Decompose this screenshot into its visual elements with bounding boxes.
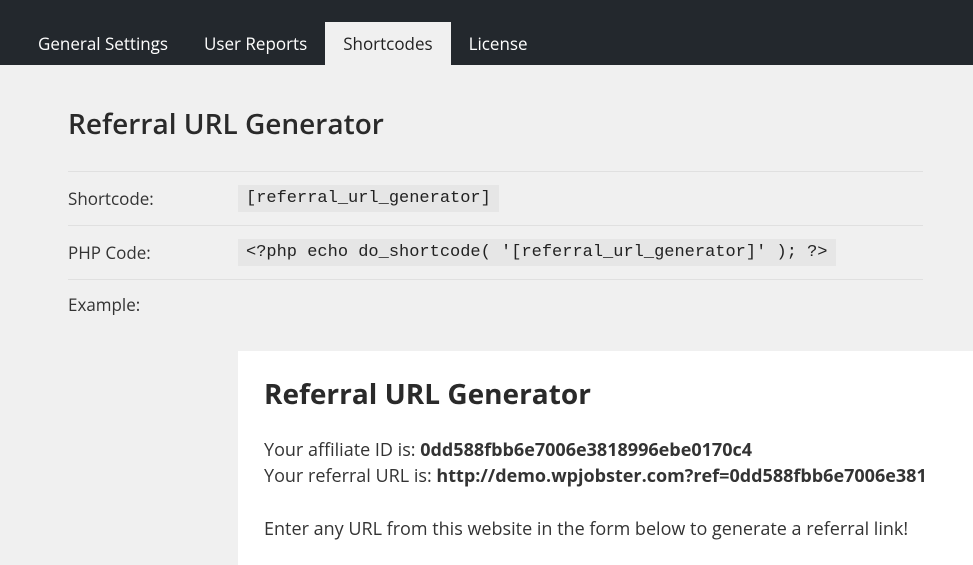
row-php-value: <?php echo do_shortcode( '[referral_url_… [238, 239, 923, 266]
example-panel: Referral URL Generator Your affiliate ID… [238, 351, 973, 565]
referral-url-value: http://demo.wpjobster.com?ref=0dd588fbb6… [436, 464, 926, 488]
referral-url-line: Your referral URL is: http://demo.wpjobs… [264, 463, 973, 489]
window-topbar [0, 0, 973, 20]
tab-bar: General Settings User Reports Shortcodes… [0, 20, 973, 65]
row-php: PHP Code: <?php echo do_shortcode( '[ref… [68, 225, 923, 279]
page-content: Referral URL Generator Shortcode: [refer… [0, 65, 973, 565]
row-php-label: PHP Code: [68, 241, 238, 264]
tab-general-settings[interactable]: General Settings [20, 22, 186, 65]
row-example-label: Example: [68, 293, 238, 316]
page-title: Referral URL Generator [68, 105, 923, 143]
affiliate-id-value: 0dd588fbb6e7006e3818996ebe0170c4 [420, 438, 752, 462]
tab-license[interactable]: License [451, 22, 546, 65]
row-shortcode-value: [referral_url_generator] [238, 185, 923, 212]
affiliate-id-line: Your affiliate ID is: 0dd588fbb6e7006e38… [264, 437, 973, 463]
affiliate-id-prefix: Your affiliate ID is: [264, 438, 420, 462]
example-title: Referral URL Generator [264, 375, 973, 413]
row-shortcode: Shortcode: [referral_url_generator] [68, 171, 923, 225]
tab-user-reports[interactable]: User Reports [186, 22, 325, 65]
shortcode-code[interactable]: [referral_url_generator] [238, 185, 499, 212]
row-example: Example: [68, 279, 923, 329]
referral-url-prefix: Your referral URL is: [264, 464, 436, 488]
php-code[interactable]: <?php echo do_shortcode( '[referral_url_… [238, 239, 836, 266]
row-shortcode-label: Shortcode: [68, 187, 238, 210]
example-instruction: Enter any URL from this website in the f… [264, 517, 973, 541]
tab-shortcodes[interactable]: Shortcodes [325, 22, 450, 65]
